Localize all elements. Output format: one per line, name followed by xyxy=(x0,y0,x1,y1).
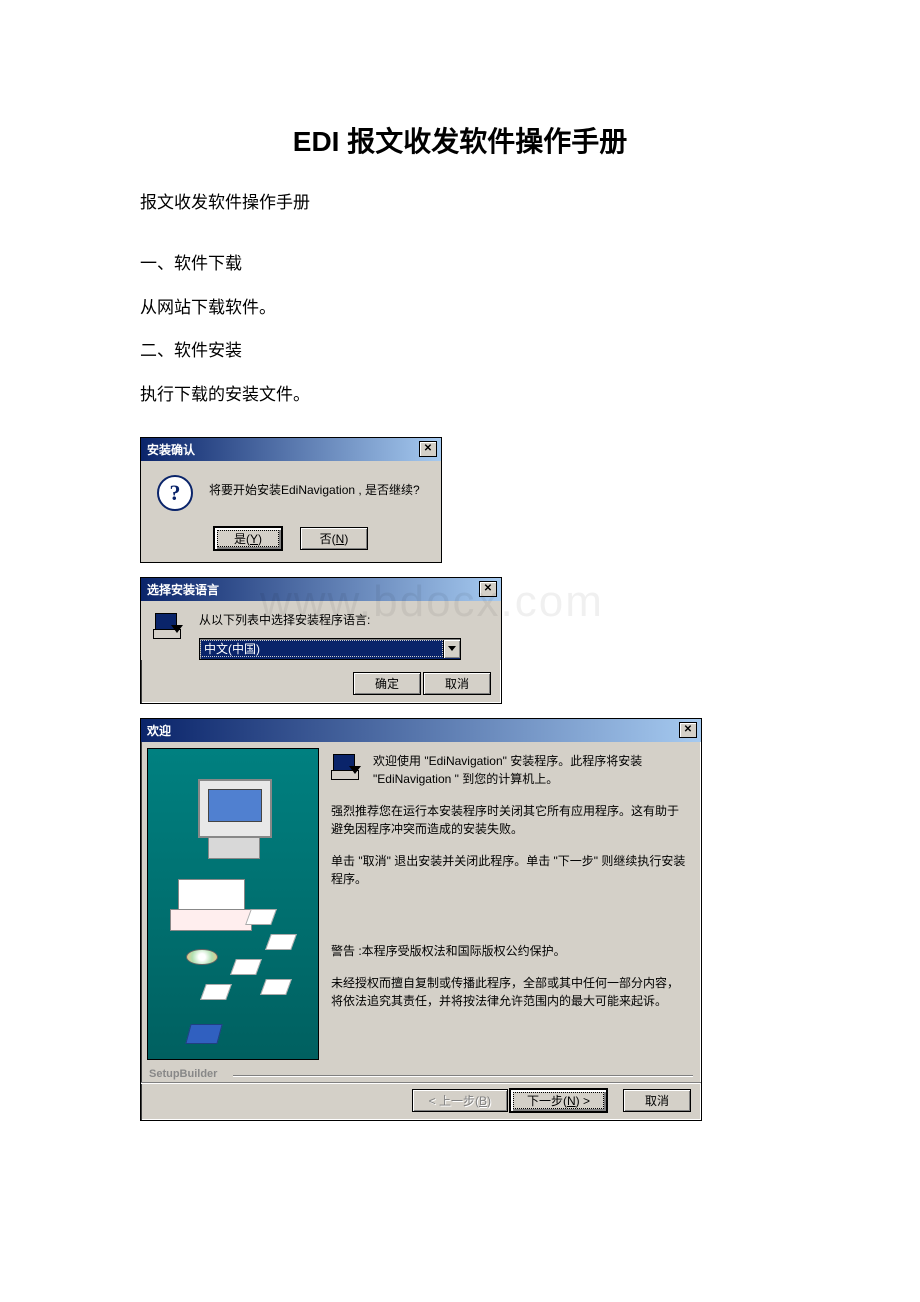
ok-button[interactable]: 确定 xyxy=(353,672,421,695)
welcome-illustration xyxy=(147,748,319,1060)
close-icon[interactable]: ✕ xyxy=(419,441,437,457)
welcome-line1: 欢迎使用 "EdiNavigation" 安装程序。此程序将安装 "EdiNav… xyxy=(373,752,689,788)
lang-prompt: 从以下列表中选择安装程序语言: xyxy=(199,611,489,628)
chevron-down-icon[interactable] xyxy=(443,640,460,658)
back-button: < 上一步(B) xyxy=(412,1089,508,1112)
welcome-title: 欢迎 xyxy=(147,722,171,739)
welcome-line5: 未经授权而擅自复制或传播此程序，全部或其中任何一部分内容，将依法追究其责任，并将… xyxy=(331,974,689,1010)
intro-text: 报文收发软件操作手册 xyxy=(140,184,780,221)
page-title: EDI 报文收发软件操作手册 xyxy=(140,120,780,160)
section1-text: 从网站下载软件。 xyxy=(140,289,780,326)
next-button[interactable]: 下一步(N) > xyxy=(510,1089,607,1112)
language-combobox[interactable]: 中文(中国) xyxy=(199,638,461,660)
language-selected: 中文(中国) xyxy=(200,640,443,657)
lang-title: 选择安装语言 xyxy=(147,581,219,598)
dialog-install-confirm: 安装确认 ✕ ? 将要开始安装EdiNavigation , 是否继续? 是(Y… xyxy=(140,437,442,563)
yes-button[interactable]: 是(Y) xyxy=(214,527,282,550)
question-icon: ? xyxy=(157,475,193,511)
dialog-select-language: 选择安装语言 ✕ 从以下列表中选择安装程序语言: 中文(中国) xyxy=(140,577,502,704)
cancel-button[interactable]: 取消 xyxy=(623,1089,691,1112)
close-icon[interactable]: ✕ xyxy=(479,581,497,597)
setupbuilder-label: SetupBuilder xyxy=(141,1066,701,1080)
installer-icon xyxy=(153,611,185,643)
close-icon[interactable]: ✕ xyxy=(679,722,697,738)
confirm-message: 将要开始安装EdiNavigation , 是否继续? xyxy=(209,475,420,498)
no-button[interactable]: 否(N) xyxy=(300,527,368,550)
cancel-button[interactable]: 取消 xyxy=(423,672,491,695)
welcome-line3: 单击 "取消" 退出安装并关闭此程序。单击 "下一步" 则继续执行安装程序。 xyxy=(331,852,689,888)
dialog-welcome: 欢迎 ✕ 欢迎使用 "EdiNavigation" 安装程序。此 xyxy=(140,718,702,1121)
installer-icon xyxy=(331,752,363,784)
welcome-line2: 强烈推荐您在运行本安装程序时关闭其它所有应用程序。这有助于避免因程序冲突而造成的… xyxy=(331,802,689,838)
welcome-warning: 警告 :本程序受版权法和国际版权公约保护。 xyxy=(331,942,689,960)
confirm-title: 安装确认 xyxy=(147,441,195,458)
section1-heading: 一、软件下载 xyxy=(140,245,780,282)
section2-heading: 二、软件安装 xyxy=(140,332,780,369)
section2-text: 执行下载的安装文件。 xyxy=(140,376,780,413)
